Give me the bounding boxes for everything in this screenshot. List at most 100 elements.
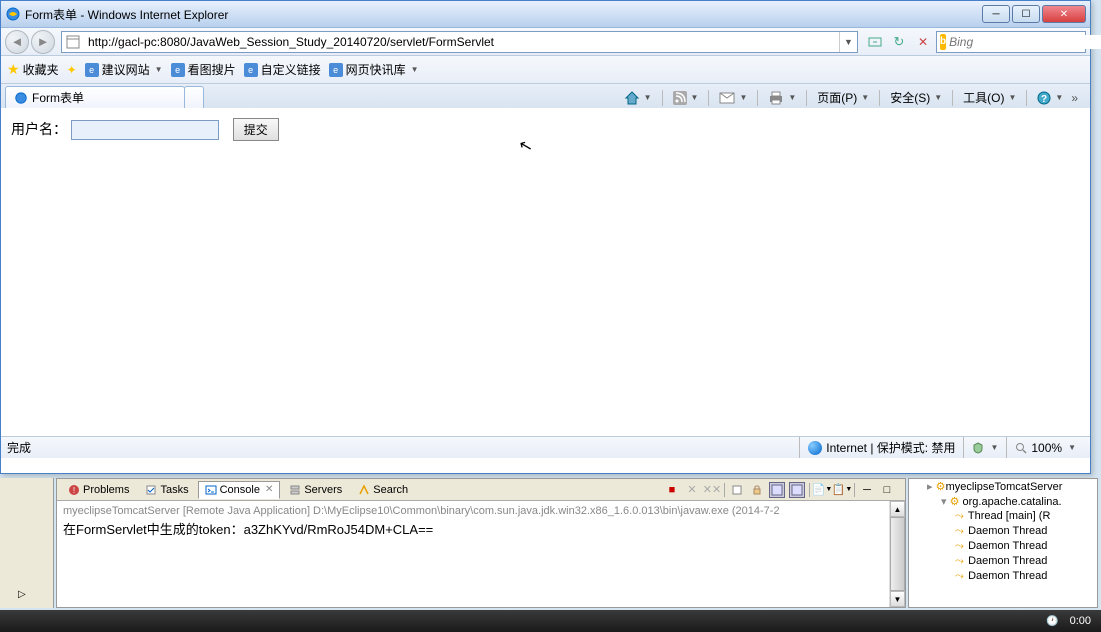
cursor-icon: ↖ [517,135,535,158]
terminate-button[interactable]: ■ [664,482,680,498]
add-favorite-button[interactable]: ✦ [67,63,77,77]
scroll-lock-button[interactable] [749,482,765,498]
new-tab-button[interactable] [184,86,204,108]
fav-link-custom[interactable]: e 自定义链接 [244,61,321,78]
search-input[interactable] [949,35,1101,49]
console-toolbar: ■ ✕ ✕✕ 📄▼ 📋▼ ─ □ [664,482,901,498]
scroll-up-button[interactable]: ▲ [890,501,905,517]
e-icon: e [171,63,185,77]
ide-left-sliver: ▷ [0,478,54,608]
e-icon: e [244,63,258,77]
tree-process[interactable]: ▾ ⚙ org.apache.catalina. [909,494,1097,509]
stop-button[interactable]: ✕ [912,31,934,53]
address-dropdown[interactable]: ▼ [839,32,857,52]
zoom-value: 100% [1031,441,1062,455]
close-button[interactable]: ✕ [1042,5,1086,23]
remove-terminated-button[interactable]: ✕ [684,482,700,498]
window-title: Form表单 - Windows Internet Explorer [25,6,982,23]
help-button[interactable]: ? ▼ [1033,89,1067,107]
browser-tab[interactable]: Form表单 [5,86,185,108]
zone-section[interactable]: Internet | 保护模式: 禁用 [799,437,963,458]
fav-link-suggested[interactable]: e 建议网站▼ [85,61,163,78]
pin-button[interactable] [769,482,785,498]
expand-icon[interactable]: ▷ [18,589,26,600]
scroll-down-button[interactable]: ▼ [890,591,905,607]
tree-thread-0[interactable]: ⤳ Thread [main] (R [909,509,1097,524]
submit-button[interactable]: 提交 [233,118,279,141]
globe-icon [808,441,822,455]
tab-problems[interactable]: ! Problems [61,481,136,499]
favorites-button[interactable]: ★ 收藏夹 [7,61,59,78]
zoom-section[interactable]: 100% ▼ [1006,437,1084,458]
favorites-bar: ★ 收藏夹 ✦ e 建议网站▼ e 看图搜片 e 自定义链接 e 网页快讯库▼ [1,56,1090,84]
page-menu[interactable]: 页面(P)▼ [813,87,873,108]
compat-view-button[interactable] [864,31,886,53]
tree-thread-4[interactable]: ⤳ Daemon Thread [909,569,1097,584]
console-header: myeclipseTomcatServer [Remote Java Appli… [63,505,899,517]
tray-clock-icon[interactable]: 🕐 [1046,614,1060,628]
clear-button[interactable] [729,482,745,498]
vertical-scrollbar[interactable]: ▲ ▼ [889,501,905,607]
taskbar-time[interactable]: 0:00 [1070,615,1091,627]
minimize-button[interactable]: ─ [982,5,1010,23]
tab-title: Form表单 [32,89,84,106]
search-container: b 🔍 [936,31,1086,53]
console-content: myeclipseTomcatServer [Remote Java Appli… [57,501,905,607]
open-console-button[interactable]: 📄▼ [814,482,830,498]
ie-icon [5,6,21,22]
refresh-button[interactable]: ↻ [888,31,910,53]
maximize-view-button[interactable]: □ [879,482,895,498]
nav-row: ◄ ► ▼ ↻ ✕ b 🔍 [1,28,1090,56]
status-text: 完成 [7,439,799,456]
ide-console-panel: ! Problems Tasks Console ✕ Servers Searc… [56,478,906,608]
username-input[interactable] [71,120,219,140]
ide-tabs: ! Problems Tasks Console ✕ Servers Searc… [57,479,905,501]
feeds-button[interactable]: ▼ [669,89,703,107]
titlebar: Form表单 - Windows Internet Explorer ─ ☐ ✕ [1,1,1090,28]
browser-window: Form表单 - Windows Internet Explorer ─ ☐ ✕… [0,0,1091,474]
display-button[interactable] [789,482,805,498]
maximize-button[interactable]: ☐ [1012,5,1040,23]
e-icon: e [85,63,99,77]
tab-tasks[interactable]: Tasks [138,481,195,499]
console-output: 在FormServlet中生成的token：a3ZhKYvd/RmRoJ54DM… [63,519,899,538]
star-icon: ★ [7,61,20,78]
bing-icon: b [940,34,946,50]
tree-server[interactable]: ▸ ⚙myeclipseTomcatServer [909,479,1097,494]
ide-debug-panel: ▸ ⚙myeclipseTomcatServer ▾ ⚙ org.apache.… [908,478,1098,608]
svg-text:!: ! [73,486,75,495]
home-button[interactable]: ▼ [620,88,656,108]
taskbar: 🕐 0:00 [0,610,1101,632]
favorites-label: 收藏夹 [23,61,59,78]
back-button[interactable]: ◄ [5,30,29,54]
svg-text:?: ? [1041,94,1047,105]
e-icon: e [329,63,343,77]
page-icon [65,34,81,50]
mail-button[interactable]: ▼ [715,90,751,106]
fav-link-images[interactable]: e 看图搜片 [171,61,236,78]
tab-console[interactable]: Console ✕ [198,481,281,499]
forward-button[interactable]: ► [31,30,55,54]
fav-link-webslices[interactable]: e 网页快讯库▼ [329,61,419,78]
scrollbar-thumb[interactable] [890,517,905,591]
protected-mode-section[interactable]: ▼ [963,437,1006,458]
tools-menu[interactable]: 工具(O)▼ [959,87,1020,108]
ie-icon [14,91,28,105]
tree-thread-1[interactable]: ⤳ Daemon Thread [909,524,1097,539]
window-controls: ─ ☐ ✕ [982,5,1086,23]
tab-search[interactable]: Search [351,481,415,499]
minimize-view-button[interactable]: ─ [859,482,875,498]
address-input[interactable] [84,35,839,49]
close-icon[interactable]: ✕ [265,484,273,495]
command-bar: ▼ ▼ ▼ ▼ 页面(P)▼ 安全(S)▼ [620,87,1086,108]
print-button[interactable]: ▼ [764,89,800,107]
overflow-button[interactable]: » [1071,91,1078,105]
zone-text: Internet | 保护模式: 禁用 [826,439,955,456]
remove-all-button[interactable]: ✕✕ [704,482,720,498]
username-label: 用户名： [11,121,67,137]
tab-servers[interactable]: Servers [282,481,349,499]
safety-menu[interactable]: 安全(S)▼ [886,87,946,108]
tree-thread-2[interactable]: ⤳ Daemon Thread [909,539,1097,554]
new-console-button[interactable]: 📋▼ [834,482,850,498]
tree-thread-3[interactable]: ⤳ Daemon Thread [909,554,1097,569]
